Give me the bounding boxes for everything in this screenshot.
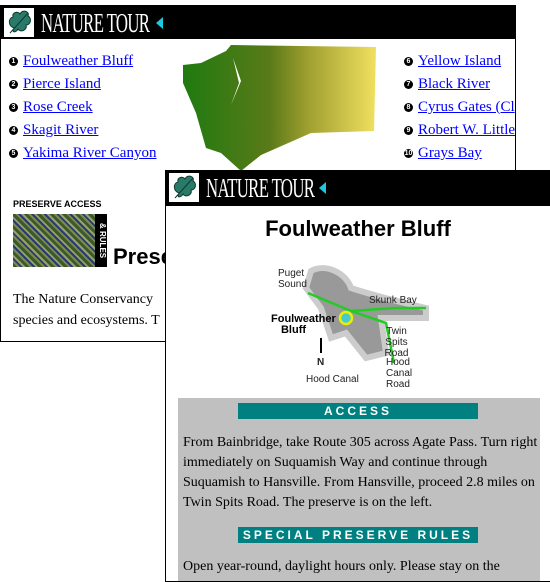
rules-tab: & RULES bbox=[95, 214, 107, 267]
preserve-photo bbox=[13, 214, 95, 267]
access-text: From Bainbridge, take Route 305 across A… bbox=[183, 435, 538, 510]
number-badge: 2 bbox=[9, 80, 18, 89]
map-label: Foulweather Bluff bbox=[271, 313, 336, 336]
number-badge: 8 bbox=[404, 103, 413, 112]
preserve-access-label: PRESERVE ACCESS bbox=[13, 199, 102, 209]
number-badge: 4 bbox=[9, 126, 18, 135]
preserve-link[interactable]: Cyrus Gates (Cl bbox=[418, 99, 515, 116]
brand-title: NATURE TOUR bbox=[41, 8, 150, 38]
list-item: 1 Foulweather Bluff bbox=[9, 50, 156, 73]
preserve-link[interactable]: Yellow Island bbox=[418, 53, 501, 70]
map-label: Hood Canal Road bbox=[386, 357, 413, 390]
list-item: 9 Robert W. Little bbox=[404, 119, 515, 142]
left-preserve-list: 1 Foulweather Bluff 2 Pierce Island 3 Rose … bbox=[9, 50, 156, 165]
intro-text: The Nature Conservancy species and ecosys… bbox=[13, 289, 160, 331]
preserve-link[interactable]: Pierce Island bbox=[23, 76, 101, 93]
map-label: Puget Sound bbox=[278, 268, 307, 290]
number-badge: 10 bbox=[404, 149, 413, 158]
preserve-link[interactable]: Grays Bay bbox=[418, 145, 482, 162]
intro-line: The Nature Conservancy bbox=[13, 292, 153, 307]
oak-leaf-logo-icon bbox=[4, 8, 34, 37]
preserve-link[interactable]: Yakima River Canyon bbox=[23, 145, 156, 162]
number-badge: 5 bbox=[9, 149, 18, 158]
number-badge: 6 bbox=[404, 57, 413, 66]
list-item: 6 Yellow Island bbox=[404, 50, 515, 73]
page-title: Foulweather Bluff bbox=[265, 216, 451, 241]
list-item: 2 Pierce Island bbox=[9, 73, 156, 96]
list-item: 7 Black River bbox=[404, 73, 515, 96]
washington-map[interactable] bbox=[181, 43, 376, 173]
oak-leaf-logo-icon bbox=[169, 173, 199, 202]
rules-text: Open year-round, daylight hours only. Pl… bbox=[183, 559, 500, 574]
preserve-link[interactable]: Skagit River bbox=[23, 122, 98, 139]
list-item: 5 Yakima River Canyon bbox=[9, 142, 156, 165]
preserve-link[interactable]: Robert W. Little bbox=[418, 122, 515, 139]
north-indicator: N bbox=[317, 357, 325, 368]
number-badge: 3 bbox=[9, 103, 18, 112]
detail-window: NATURE TOUR Foulweather Bluff Puget Soun… bbox=[165, 170, 550, 582]
preserve-link[interactable]: Foulweather Bluff bbox=[23, 53, 133, 70]
list-item: 10 Grays Bay bbox=[404, 142, 515, 165]
intro-line: species and ecosystems. T bbox=[13, 313, 160, 328]
access-heading: ACCESS bbox=[238, 403, 478, 419]
header-bar: NATURE TOUR bbox=[1, 6, 515, 39]
access-panel: ACCESS From Bainbridge, take Route 305 a… bbox=[178, 398, 540, 581]
section-heading: Prese bbox=[113, 244, 173, 269]
number-badge: 1 bbox=[9, 57, 18, 66]
list-item: 8 Cyrus Gates (Cl bbox=[404, 96, 515, 119]
number-badge: 9 bbox=[404, 126, 413, 135]
map-label: Hood Canal bbox=[306, 374, 359, 385]
preserve-link[interactable]: Black River bbox=[418, 76, 490, 93]
brand-title: NATURE TOUR bbox=[206, 173, 315, 203]
header-bar: NATURE TOUR bbox=[166, 171, 550, 206]
preserve-link[interactable]: Rose Creek bbox=[23, 99, 93, 116]
list-item: 4 Skagit River bbox=[9, 119, 156, 142]
list-item: 3 Rose Creek bbox=[9, 96, 156, 119]
map-label: Skunk Bay bbox=[369, 295, 417, 306]
back-arrow-icon[interactable] bbox=[156, 17, 163, 29]
right-preserve-list: 6 Yellow Island 7 Black River 8 Cyrus Gates… bbox=[404, 50, 515, 165]
rules-heading: SPECIAL PRESERVE RULES bbox=[238, 527, 478, 543]
back-arrow-icon[interactable] bbox=[319, 182, 326, 194]
map-label: Twin Spits Road bbox=[384, 326, 409, 359]
number-badge: 7 bbox=[404, 80, 413, 89]
